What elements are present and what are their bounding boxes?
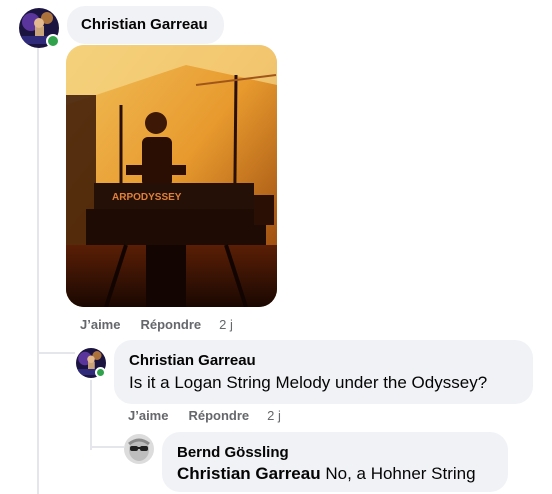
reply-text: Is it a Logan String Melody under the Od… [129,373,488,392]
online-status-indicator [46,34,60,48]
reply-text: No, a Hohner String [325,464,476,483]
thread-connector-reply1 [37,352,75,354]
avatar-bernd-gossling[interactable] [124,434,154,464]
like-button[interactable]: J’aime [80,317,120,332]
reply-author[interactable]: Bernd Gössling [177,444,289,461]
reply-actions: J’aime Répondre 2 j [128,408,281,423]
reply-button[interactable]: Répondre [140,317,201,332]
online-status-indicator [95,367,106,378]
photo-keyboard-label: ARPODYSSEY [112,192,182,203]
comment-bubble: Christian Garreau [67,6,224,44]
thread-connector-reply2 [90,446,124,448]
thread-line-main [37,46,39,494]
reply-button[interactable]: Répondre [188,408,249,423]
reply-text-line: Christian Garreau No, a Hohner String [177,464,476,484]
reply-bubble: Bernd Gössling Christian Garreau No, a H… [162,432,508,492]
reply-bubble: Christian Garreau Is it a Logan String M… [114,340,533,404]
thread-line-reply1 [90,380,92,450]
comment-author[interactable]: Christian Garreau [81,16,208,33]
reply-author[interactable]: Christian Garreau [129,352,256,369]
comment-timestamp[interactable]: 2 j [219,317,233,332]
reply-timestamp[interactable]: 2 j [267,408,281,423]
mention-link[interactable]: Christian Garreau [177,464,321,483]
comment-actions: J’aime Répondre 2 j [80,317,233,332]
like-button[interactable]: J’aime [128,408,168,423]
avatar-image [124,434,154,464]
comment-photo[interactable]: ARPODYSSEY [66,45,277,307]
